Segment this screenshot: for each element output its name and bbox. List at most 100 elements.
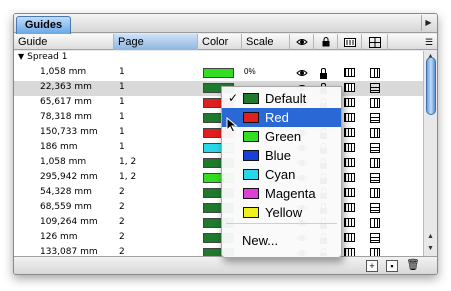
spread-label: Spread 1 [27,52,68,62]
table-row[interactable]: 295,942 mm 1, 2 [14,171,423,186]
guide-page: 1 [119,127,125,137]
grid-icon[interactable] [370,158,380,168]
dots-icon[interactable] [344,128,355,137]
guide-page: 2 [119,187,125,197]
scroll-up-arrow-icon[interactable]: ▲ [424,231,437,243]
table-row[interactable]: 1,058 mm 1 0% [14,66,423,81]
grid-icon[interactable] [370,98,380,108]
eye-icon[interactable] [296,66,308,81]
menu-color-swatch [243,93,259,104]
table-row[interactable]: 78,318 mm 1 [14,111,423,126]
new-guide-icon[interactable]: + [366,260,378,272]
mouse-cursor-icon [226,117,238,133]
grid-icon[interactable] [370,233,380,243]
grid-icon[interactable] [370,113,380,123]
checkmark-icon: ✓ [228,91,239,105]
grid-icon[interactable] [370,128,380,138]
table-row[interactable]: 22,363 mm 1 [14,81,423,96]
grid-icon[interactable] [370,188,380,198]
column-page[interactable]: Page [114,34,198,50]
disclosure-triangle-icon[interactable]: ▼ [18,52,24,61]
grid-icon[interactable] [370,248,380,256]
dots-icon[interactable] [344,203,355,212]
dots-icon[interactable] [344,248,355,256]
grid-icon[interactable] [362,34,388,50]
menu-item-label: Green [265,129,302,144]
guide-scale: 0% [244,67,256,76]
guide-page: 2 [119,202,125,212]
guide-page: 1 [119,82,125,92]
table-row[interactable]: 68,559 mm 2 [14,201,423,216]
menu-item-new[interactable]: New... [242,233,278,248]
dots-icon[interactable] [344,218,355,227]
color-popup-menu: ✓ Default Red Green Blue Cyan Magenta Yellow New… [221,86,342,258]
scroll-thumb[interactable] [426,57,436,115]
column-scale[interactable]: Scale [242,34,290,50]
eye-icon[interactable] [290,34,314,50]
menu-item-cyan[interactable]: Cyan [222,165,341,184]
menu-color-swatch [243,112,259,123]
table-row[interactable]: 150,733 mm 1 [14,126,423,141]
guide-position: 295,942 mm [40,172,98,182]
dots-icon[interactable] [344,113,355,122]
duplicate-icon[interactable]: ▪ [386,260,398,272]
lock-icon[interactable] [320,68,327,79]
guide-position: 1,058 mm [40,157,87,167]
dots-icon[interactable] [344,83,355,92]
lock-icon[interactable] [314,34,338,50]
scroll-down-arrow-icon[interactable]: ▼ [424,243,437,255]
column-guide[interactable]: Guide [14,34,114,50]
dots-icon[interactable] [344,143,355,152]
menu-item-blue[interactable]: Blue [222,146,341,165]
color-swatch[interactable] [203,68,234,78]
guide-position: 109,264 mm [40,217,98,227]
menu-item-label: Magenta [265,186,316,201]
menu-item-default[interactable]: ✓ Default [222,89,341,108]
guide-page: 1 [119,142,125,152]
guide-page: 2 [119,247,125,256]
vertical-scrollbar[interactable]: ▲ ▲ ▼ [423,51,437,256]
guide-list: ▼ Spread 1 1,058 mm 1 0% 22,363 mm 1 65,617 mm… [14,51,423,256]
menu-color-swatch [243,188,259,199]
guide-position: 1,058 mm [40,67,87,77]
column-color[interactable]: Color [198,34,242,50]
guide-position: 126 mm [40,232,78,242]
table-row[interactable]: 186 mm 1 [14,141,423,156]
table-row[interactable]: 126 mm 2 [14,231,423,246]
dots-icon[interactable] [344,173,355,182]
dots-icon[interactable] [344,98,355,107]
grid-icon[interactable] [370,143,380,153]
menu-item-magenta[interactable]: Magenta [222,184,341,203]
panel-footer: + ▪ 🗑 [14,256,437,274]
grid-icon[interactable] [370,203,380,213]
guide-page: 1, 2 [119,172,137,182]
grid-icon[interactable] [370,173,380,183]
tab-guides[interactable]: Guides [16,16,71,34]
dots-icon[interactable] [344,233,355,242]
menu-color-swatch [243,207,259,218]
panel-collapse-icon[interactable]: ▶ [421,15,435,31]
dots-icon[interactable] [344,188,355,197]
panel-menu-icon[interactable]: ☰ [422,34,436,50]
table-row[interactable]: 109,264 mm 2 [14,216,423,231]
table-row[interactable]: 1,058 mm 1, 2 [14,156,423,171]
grid-icon[interactable] [370,68,380,78]
menu-item-label: Cyan [265,167,296,182]
table-row[interactable]: 133,087 mm 2 [14,246,423,256]
dots-icon[interactable] [344,68,355,77]
guide-position: 133,087 mm [40,247,98,256]
menu-item-yellow[interactable]: Yellow [222,203,341,222]
column-header: Guide Page Color Scale ☰ [14,34,437,50]
grid-icon[interactable] [370,83,380,93]
trash-icon[interactable]: 🗑 [406,260,420,272]
table-row[interactable]: 65,617 mm 1 [14,96,423,111]
guide-position: 65,617 mm [40,97,92,107]
menu-item-label: Blue [265,148,292,163]
dots-icon[interactable] [338,34,362,50]
spread-group-row[interactable]: ▼ Spread 1 [14,51,423,66]
grid-icon[interactable] [370,218,380,228]
guide-page: 2 [119,217,125,227]
dots-icon[interactable] [344,158,355,167]
menu-color-swatch [243,131,259,142]
table-row[interactable]: 54,328 mm 2 [14,186,423,201]
